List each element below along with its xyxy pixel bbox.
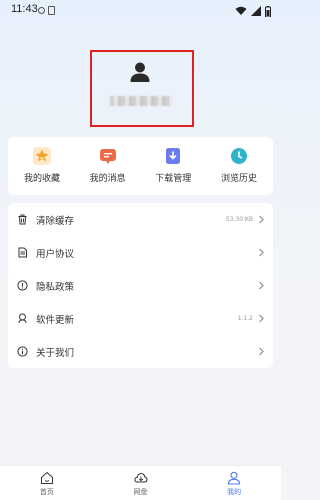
nav-mine[interactable]: 我的 bbox=[187, 466, 281, 500]
row-label: 用户协议 bbox=[36, 248, 75, 260]
status-bar: 11:43 bbox=[0, 0, 281, 24]
username-blurred bbox=[110, 96, 172, 106]
download-icon bbox=[166, 148, 181, 164]
row-label: 清除缓存 bbox=[36, 215, 75, 227]
history-button[interactable]: 浏览历史 bbox=[207, 137, 271, 195]
wifi-icon bbox=[235, 6, 247, 15]
quick-label: 下载管理 bbox=[155, 174, 192, 184]
nav-label: 首页 bbox=[39, 488, 54, 496]
row-label: 软件更新 bbox=[36, 314, 75, 326]
message-icon bbox=[99, 149, 116, 164]
shield-icon bbox=[17, 280, 28, 291]
status-time: 11:43 bbox=[11, 3, 38, 15]
user-icon bbox=[228, 471, 241, 485]
quick-label: 浏览历史 bbox=[220, 174, 257, 184]
avatar[interactable] bbox=[129, 61, 151, 83]
clear-cache-row[interactable]: 清除缓存 53.30 KB bbox=[8, 203, 273, 236]
notification-icon bbox=[38, 7, 45, 14]
settings-list: 清除缓存 53.30 KB 用户协议 隐私政策 软件更新 1.1.2 关于我们 bbox=[8, 203, 273, 368]
sim-icon bbox=[48, 6, 55, 15]
user-agreement-row[interactable]: 用户协议 bbox=[8, 236, 273, 269]
nav-label: 网盘 bbox=[133, 488, 148, 496]
favorites-button[interactable]: 我的收藏 bbox=[10, 137, 74, 195]
chevron-right-icon bbox=[259, 248, 264, 257]
quick-label: 我的收藏 bbox=[23, 174, 60, 184]
quick-menu-card: 我的收藏 我的消息 下载管理 浏览历史 bbox=[8, 137, 273, 195]
chevron-right-icon bbox=[259, 347, 264, 356]
row-label: 关于我们 bbox=[36, 347, 75, 359]
battery-icon bbox=[265, 5, 271, 17]
quick-label: 我的消息 bbox=[89, 174, 126, 184]
chevron-right-icon bbox=[259, 215, 264, 224]
download-manager-button[interactable]: 下载管理 bbox=[141, 137, 205, 195]
bottom-nav: 首页 网盘 我的 bbox=[0, 465, 281, 500]
signal-icon bbox=[251, 6, 261, 16]
version-value: 1.1.2 bbox=[237, 315, 253, 322]
cloud-icon bbox=[133, 473, 148, 483]
info-icon bbox=[17, 346, 28, 357]
cache-size-value: 53.30 KB bbox=[225, 216, 253, 223]
nav-home[interactable]: 首页 bbox=[0, 466, 94, 500]
update-icon bbox=[18, 313, 27, 324]
software-update-row[interactable]: 软件更新 1.1.2 bbox=[8, 302, 273, 335]
star-icon bbox=[33, 147, 51, 165]
nav-cloud[interactable]: 网盘 bbox=[94, 466, 188, 500]
row-label: 隐私政策 bbox=[36, 281, 75, 293]
privacy-policy-row[interactable]: 隐私政策 bbox=[8, 269, 273, 302]
trash-icon bbox=[18, 214, 27, 225]
nav-label: 我的 bbox=[227, 488, 242, 496]
document-icon bbox=[18, 247, 27, 258]
about-us-row[interactable]: 关于我们 bbox=[8, 335, 273, 368]
messages-button[interactable]: 我的消息 bbox=[76, 137, 140, 195]
chevron-right-icon bbox=[259, 281, 264, 290]
home-icon bbox=[40, 471, 53, 484]
chevron-right-icon bbox=[259, 314, 264, 323]
clock-icon bbox=[230, 148, 247, 164]
